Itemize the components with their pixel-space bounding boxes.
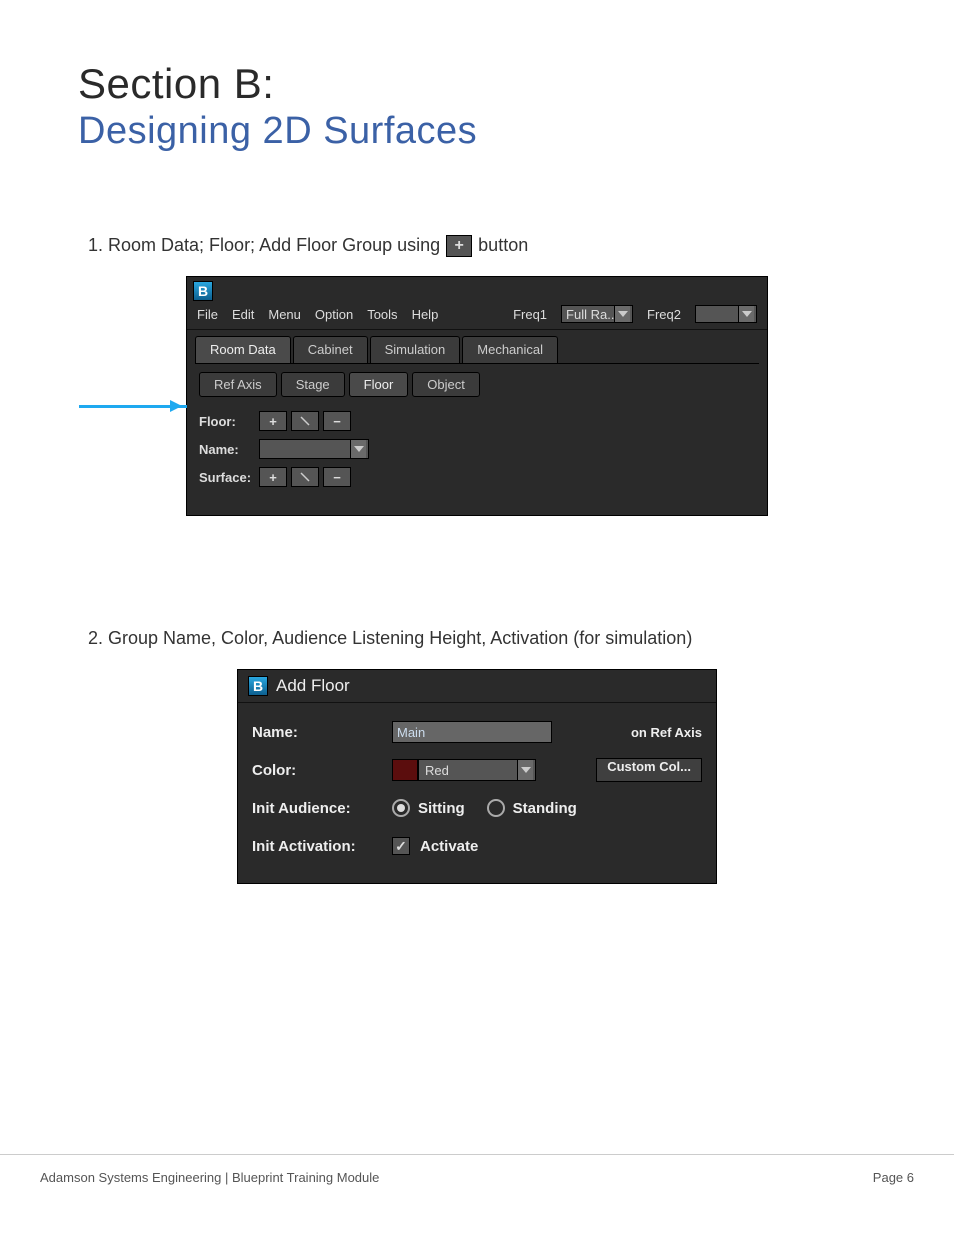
surface-add-button[interactable]: + xyxy=(259,467,287,487)
radio-sitting-label: Sitting xyxy=(418,800,465,817)
backslash-icon xyxy=(298,414,312,428)
dialog-name-input[interactable]: Main xyxy=(392,721,552,743)
dialog-audience-label: Init Audience: xyxy=(252,800,392,817)
dialog-name-suffix: on Ref Axis xyxy=(631,725,702,740)
dialog-name-value: Main xyxy=(397,725,425,740)
menu-file[interactable]: File xyxy=(197,307,218,322)
radio-standing-label: Standing xyxy=(513,800,577,817)
floor-row: Floor: + − xyxy=(199,407,767,435)
tab-simulation[interactable]: Simulation xyxy=(370,336,461,363)
floor-remove-button[interactable]: − xyxy=(323,411,351,431)
surface-label: Surface: xyxy=(199,470,259,485)
backslash-icon xyxy=(298,470,312,484)
freq2-select[interactable] xyxy=(695,305,757,323)
color-swatch xyxy=(392,759,418,781)
name-row: Name: xyxy=(199,435,767,463)
menu-tools[interactable]: Tools xyxy=(367,307,397,322)
name-select[interactable] xyxy=(259,439,369,459)
freq1-value: Full Ra... xyxy=(566,307,618,322)
surface-edit-button[interactable] xyxy=(291,467,319,487)
dialog-color-value: Red xyxy=(425,763,449,778)
chevron-down-icon xyxy=(517,760,533,780)
activate-checkbox[interactable] xyxy=(392,837,410,855)
subtab-stage[interactable]: Stage xyxy=(281,372,345,397)
footer-rule xyxy=(0,1154,954,1155)
tab-cabinet[interactable]: Cabinet xyxy=(293,336,368,363)
dialog-title: Add Floor xyxy=(276,676,350,696)
chevron-down-icon xyxy=(738,306,754,322)
menu-help[interactable]: Help xyxy=(412,307,439,322)
tab-room-data[interactable]: Room Data xyxy=(195,336,291,363)
menubar: File Edit Menu Option Tools Help Freq1 F… xyxy=(187,301,767,330)
subtab-object[interactable]: Object xyxy=(412,372,480,397)
menu-option[interactable]: Option xyxy=(315,307,353,322)
menu-edit[interactable]: Edit xyxy=(232,307,254,322)
dialog-activation-label: Init Activation: xyxy=(252,838,392,855)
menu-menu[interactable]: Menu xyxy=(268,307,301,322)
freq1-label: Freq1 xyxy=(513,307,547,322)
dialog-titlebar: B Add Floor xyxy=(238,670,716,703)
footer-page: Page 6 xyxy=(873,1170,914,1185)
activate-label: Activate xyxy=(420,838,478,855)
callout-arrow-icon xyxy=(79,405,187,408)
surface-remove-button[interactable]: − xyxy=(323,467,351,487)
custom-color-button[interactable]: Custom Col... xyxy=(596,758,702,782)
step-2-text: 2. Group Name, Color, Audience Listening… xyxy=(88,626,692,651)
dialog-color-label: Color: xyxy=(252,762,392,779)
floor-add-button[interactable]: + xyxy=(259,411,287,431)
freq2-label: Freq2 xyxy=(647,307,681,322)
radio-sitting[interactable] xyxy=(392,799,410,817)
secondary-tabs: Ref Axis Stage Floor Object xyxy=(187,364,767,397)
radio-standing[interactable] xyxy=(487,799,505,817)
primary-tabs: Room Data Cabinet Simulation Mechanical xyxy=(187,330,767,363)
subtab-floor[interactable]: Floor xyxy=(349,372,409,397)
inline-plus-button-illustration: + xyxy=(446,235,472,257)
step-1-text-suffix: button xyxy=(478,233,528,258)
freq1-select[interactable]: Full Ra... xyxy=(561,305,633,323)
add-floor-dialog: B Add Floor Name: Main on Ref Axis Color… xyxy=(237,669,717,884)
dialog-name-label: Name: xyxy=(252,724,392,741)
dialog-color-select[interactable]: Red xyxy=(418,759,536,781)
footer-left: Adamson Systems Engineering | Blueprint … xyxy=(40,1170,379,1185)
chevron-down-icon xyxy=(350,440,366,458)
floor-edit-button[interactable] xyxy=(291,411,319,431)
blueprint-main-window: B File Edit Menu Option Tools Help Freq1… xyxy=(186,276,768,516)
app-logo-icon: B xyxy=(248,676,268,696)
tab-mechanical[interactable]: Mechanical xyxy=(462,336,558,363)
surface-row: Surface: + − xyxy=(199,463,767,491)
name-label: Name: xyxy=(199,442,259,457)
section-title: Designing 2D Surfaces xyxy=(78,110,876,153)
subtab-ref-axis[interactable]: Ref Axis xyxy=(199,372,277,397)
floor-label: Floor: xyxy=(199,414,259,429)
chevron-down-icon xyxy=(614,306,630,322)
app-logo-icon: B xyxy=(193,281,213,301)
step-1-text-prefix: 1. Room Data; Floor; Add Floor Group usi… xyxy=(88,233,440,258)
section-label: Section B: xyxy=(78,60,876,108)
